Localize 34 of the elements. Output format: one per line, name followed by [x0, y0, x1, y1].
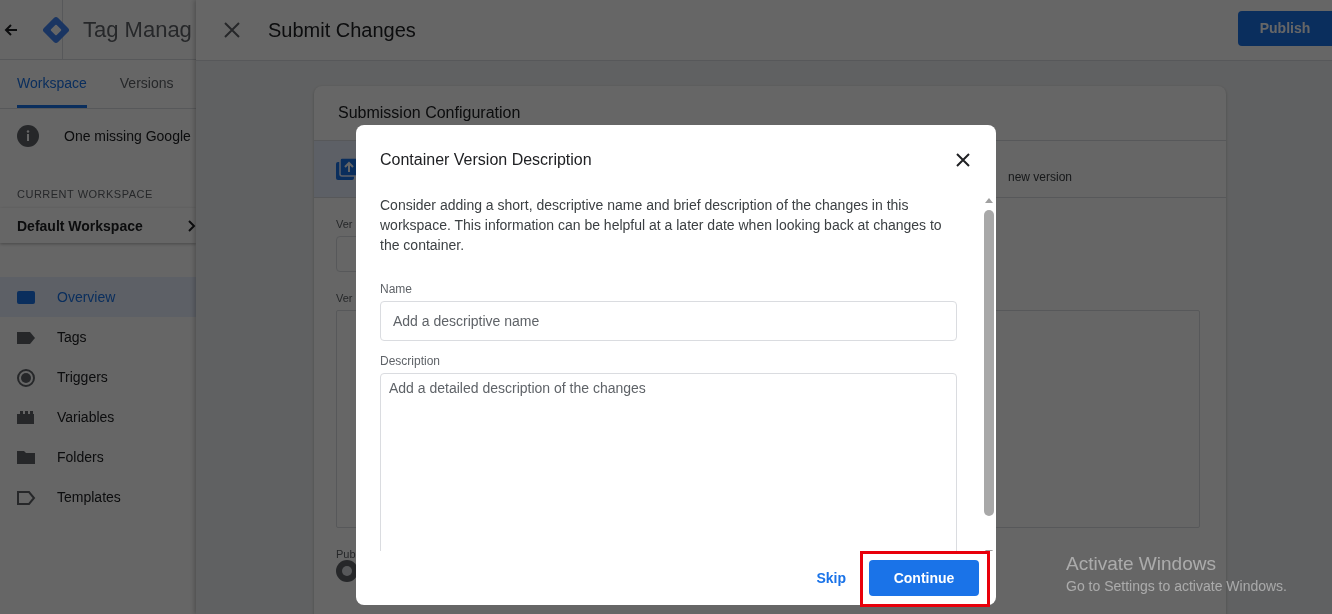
intro-text: Consider adding a short, descriptive name and brief description of the changes in this workspace. This information can be helpful at a later date when looking back at changes to the container.	[380, 196, 943, 255]
field-label: Ver	[336, 218, 353, 230]
publish-button[interactable]: Publish	[1238, 10, 1332, 46]
close-icon[interactable]	[956, 153, 970, 167]
activation-title: Activate Windows	[1066, 553, 1217, 575]
nav-item[interactable]: Folders	[0, 437, 196, 477]
nav-item[interactable]: Overview	[0, 277, 196, 317]
scrollbar[interactable]	[984, 198, 994, 551]
skip-button[interactable]: Skip	[808, 562, 854, 594]
field-label: Description	[380, 353, 442, 369]
tab[interactable]: Workspace	[17, 60, 87, 108]
triggers-icon	[16, 367, 36, 387]
name-field[interactable]: Add a descriptive name	[380, 301, 957, 341]
activation-subtitle: Go to Settings to activate Windows.	[1066, 578, 1287, 594]
nav-item[interactable]: Variables	[0, 397, 196, 437]
nav-item[interactable]: Tags	[0, 317, 196, 357]
dialog-title: Container Version Description	[380, 151, 592, 169]
nav-item[interactable]: Templates	[0, 477, 196, 517]
field-label: Name	[380, 281, 413, 297]
nav-item[interactable]: Triggers	[0, 357, 196, 397]
continue-button[interactable]: Continue	[869, 560, 979, 596]
workspace-selector[interactable]: Default Workspace	[0, 208, 196, 243]
info-icon	[17, 125, 39, 147]
page-title: Submit Changes	[268, 18, 417, 42]
field-label: Ver	[336, 292, 353, 304]
description-field[interactable]: Add a detailed description of the changes	[380, 373, 957, 551]
tab[interactable]: Versions	[119, 60, 174, 108]
section-heading: CURRENT WORKSPACE	[16, 188, 154, 200]
notice-text: One missing Google	[64, 128, 191, 144]
chevron-right-icon	[188, 219, 196, 232]
back-arrow-icon[interactable]	[4, 22, 18, 37]
field-label: Pub	[336, 548, 356, 560]
workspace-name: Default Workspace	[17, 217, 143, 234]
app-title: Tag Manag	[83, 16, 192, 43]
